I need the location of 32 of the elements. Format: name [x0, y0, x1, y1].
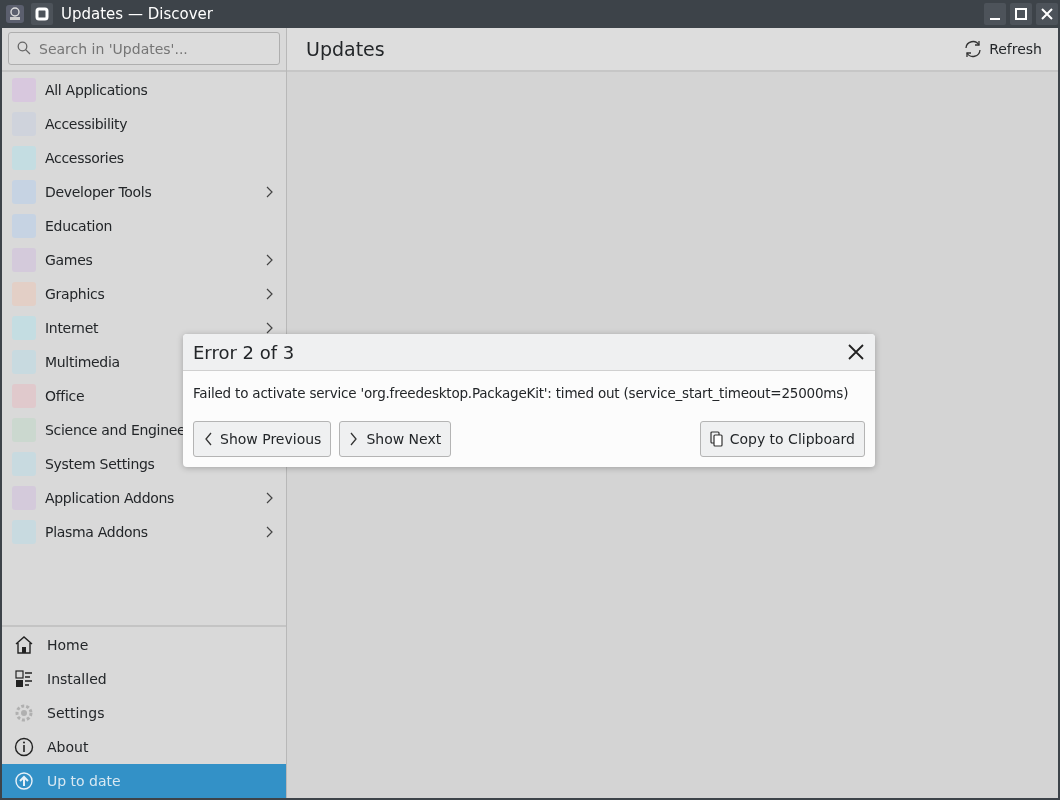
search-field[interactable]: Search in 'Updates'...	[8, 32, 280, 65]
category-item[interactable]: Education	[2, 209, 286, 243]
category-item[interactable]: Graphics	[2, 277, 286, 311]
nav-item[interactable]: About	[2, 730, 286, 764]
error-message: Failed to activate service 'org.freedesktop.PackageKit': timed out (service_start_timeout=25000ms)	[192, 384, 850, 401]
maximize-button[interactable]	[1010, 3, 1032, 25]
close-icon	[1040, 7, 1054, 21]
maximize-icon	[1014, 7, 1028, 21]
copy-button[interactable]: Copy to Clipboard	[699, 421, 865, 457]
close-button[interactable]	[847, 343, 865, 361]
category-item[interactable]: All Applications	[2, 73, 286, 107]
minimize-button[interactable]	[984, 3, 1006, 25]
close-button[interactable]	[1036, 3, 1058, 25]
category-item[interactable]: Developer Tools	[2, 175, 286, 209]
refresh-icon	[963, 39, 984, 59]
category-item[interactable]: Plasma Addons	[2, 515, 286, 549]
nav-item[interactable]: Installed	[2, 662, 286, 696]
category-item[interactable]: Application Addons	[2, 481, 286, 515]
refresh-button[interactable]: Refresh	[957, 35, 1048, 63]
category-item[interactable]: Accessories	[2, 141, 286, 175]
category-item[interactable]: Games	[2, 243, 286, 277]
window-menu-button[interactable]	[31, 3, 53, 25]
minimize-icon	[990, 18, 1000, 20]
previous-button[interactable]: Show Previous	[193, 421, 332, 457]
nav-item[interactable]: Home	[2, 628, 286, 662]
page-title: Updates	[306, 38, 385, 60]
next-button[interactable]: Show Next	[339, 421, 452, 457]
window-title: Updates — Discover	[61, 5, 213, 23]
chevron-left-icon	[203, 432, 213, 446]
copy-icon	[709, 431, 723, 447]
app-icon	[5, 4, 25, 24]
category-item[interactable]: Accessibility	[2, 107, 286, 141]
